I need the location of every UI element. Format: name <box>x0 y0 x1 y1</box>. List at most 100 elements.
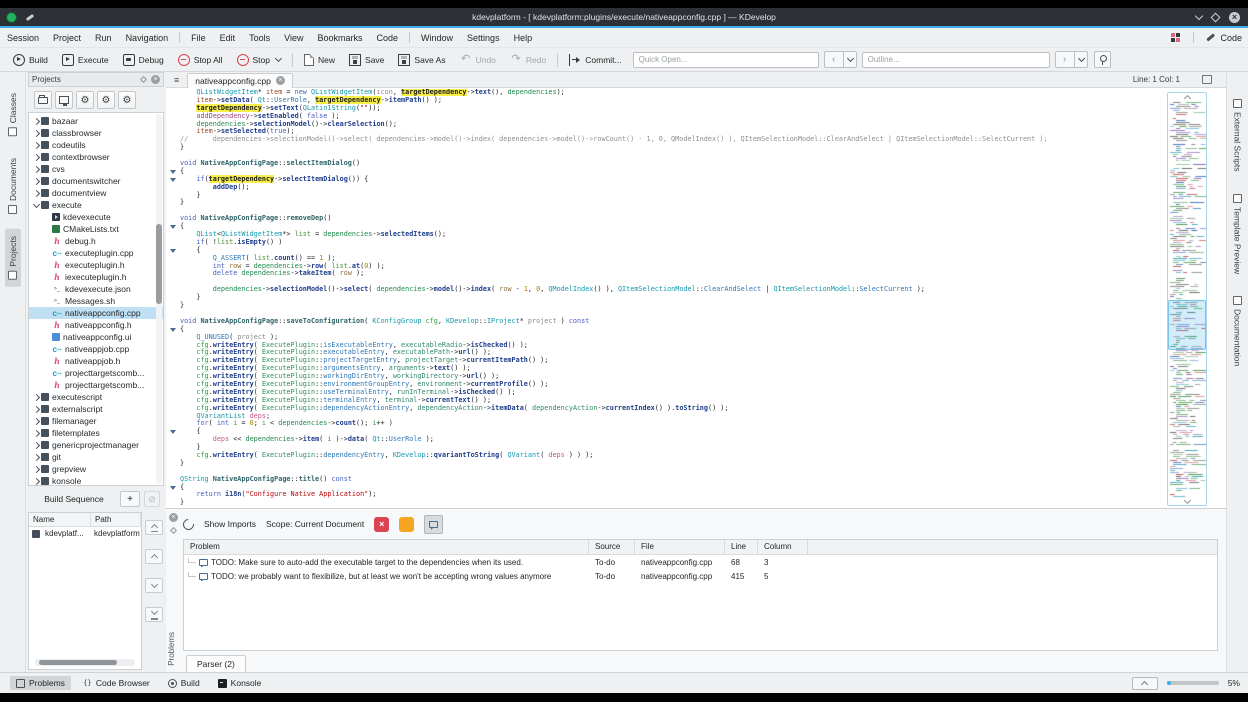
horizontal-scrollbar[interactable] <box>35 659 135 666</box>
minimap-viewport[interactable] <box>1168 300 1206 350</box>
code-line[interactable]: } <box>166 191 1162 200</box>
expander-icon[interactable] <box>32 443 41 448</box>
close-panel-icon[interactable]: × <box>169 513 178 522</box>
column-header-path[interactable]: Path <box>91 513 141 526</box>
code-line[interactable]: void NativeAppConfigPage::removeDep() <box>166 214 1162 223</box>
fold-marker-icon[interactable] <box>170 177 176 182</box>
statusbar-konsole[interactable]: Konsole <box>212 676 268 690</box>
tree-item-filetemplates[interactable]: filetemplates <box>29 427 163 439</box>
menu-help[interactable]: Help <box>507 31 540 45</box>
tree-item-documentview[interactable]: documentview <box>29 187 163 199</box>
code-line[interactable]: delete dependencies->takeItem( row ); <box>166 270 1162 278</box>
code-line[interactable]: addDep(); <box>166 183 1162 192</box>
menu-window[interactable]: Window <box>414 31 460 45</box>
save-button[interactable]: Save <box>342 50 391 70</box>
session-grid-icon[interactable] <box>1171 32 1181 43</box>
hint-filter-button[interactable] <box>424 514 444 534</box>
minimap-scrollbar[interactable] <box>1167 92 1207 506</box>
scroll-down-icon[interactable] <box>1168 498 1206 505</box>
code-line[interactable]: } <box>166 459 1162 468</box>
error-filter-button[interactable]: × <box>374 516 390 532</box>
document-list-icon[interactable]: ≡ <box>174 75 179 85</box>
tree-scrollbar[interactable] <box>156 114 162 484</box>
tree-item-executeplugin-cpp[interactable]: cexecuteplugin.cpp <box>29 247 163 259</box>
menu-view[interactable]: View <box>277 31 310 45</box>
shade-window-icon[interactable] <box>1194 11 1204 20</box>
expander-icon[interactable] <box>32 167 41 172</box>
tree-item-documentswitcher[interactable]: documentswitcher <box>29 175 163 187</box>
menu-project[interactable]: Project <box>46 31 88 45</box>
code-line[interactable]: QString NativeAppConfigPage::title() con… <box>166 475 1162 484</box>
dropdown-arrow-icon[interactable] <box>274 54 283 63</box>
dock-tab-template-preview[interactable]: Template Preview <box>1230 187 1246 281</box>
build-button[interactable]: ⚙ <box>76 91 94 109</box>
area-switcher-code-button[interactable]: Code <box>1206 33 1242 43</box>
menu-run[interactable]: Run <box>88 31 119 45</box>
float-panel-icon[interactable] <box>169 526 178 535</box>
dock-tab-projects[interactable]: Projects <box>4 229 21 287</box>
maximize-window-icon[interactable] <box>1210 12 1221 22</box>
scope-button[interactable]: Scope: Current Document <box>266 519 364 529</box>
fold-marker-icon[interactable] <box>170 225 176 230</box>
statusbar-build[interactable]: Build <box>162 676 206 690</box>
outline-input[interactable] <box>861 51 1050 68</box>
move-to-top-button[interactable] <box>145 520 163 535</box>
tree-item-git[interactable]: git <box>29 451 163 463</box>
scroll-up-icon[interactable] <box>1168 93 1206 100</box>
move-to-bottom-button[interactable] <box>145 607 163 622</box>
expander-icon[interactable] <box>32 179 41 184</box>
problem-row[interactable]: TODO: we probably want to flexibilize, b… <box>184 569 1217 583</box>
expander-icon[interactable] <box>32 131 41 136</box>
menu-edit[interactable]: Edit <box>213 31 243 45</box>
fold-gutter[interactable] <box>166 168 180 176</box>
tree-item-nativeappjob-h[interactable]: h nativeappjob.h <box>29 355 163 367</box>
tree-item-nativeappconfig-ui[interactable]: nativeappconfig.ui <box>29 331 163 343</box>
dock-tab-documents[interactable]: Documents <box>5 151 21 221</box>
expander-icon[interactable] <box>32 119 41 124</box>
configure-button[interactable]: ⚙ <box>118 91 136 109</box>
code-line[interactable]: deps << dependencies->item( i )->data( Q… <box>166 435 1162 444</box>
close-panel-icon[interactable]: × <box>151 75 160 84</box>
build-button[interactable]: Build <box>6 50 55 70</box>
tree-item-genericprojectmanager[interactable]: genericprojectmanager <box>29 439 163 451</box>
tree-item-projecttargetscomb[interactable]: h projecttargetscomb... <box>29 379 163 391</box>
expander-icon[interactable] <box>32 431 41 436</box>
fold-marker-icon[interactable] <box>170 430 176 435</box>
tree-item-kdevexecute[interactable]: kdevexecute <box>29 211 163 223</box>
code-line[interactable]: void NativeAppConfigPage::saveToConfigur… <box>166 317 1162 326</box>
code-line[interactable]: return i18n("Configure Native Applicatio… <box>166 490 1162 499</box>
execute-button[interactable]: Execute <box>55 50 116 70</box>
tree-item-executescript[interactable]: executescript <box>29 391 163 403</box>
code-line[interactable]: } <box>166 199 1162 207</box>
open-project-button[interactable] <box>34 91 52 109</box>
menu-settings[interactable]: Settings <box>460 31 507 45</box>
fold-marker-icon[interactable] <box>170 248 176 253</box>
expander-icon[interactable] <box>32 155 41 160</box>
code-line[interactable]: cfg.writeEntry( ExecutePlugin::dependenc… <box>166 451 1162 460</box>
expander-icon[interactable] <box>32 419 41 424</box>
expander-icon[interactable] <box>32 395 41 400</box>
expander-icon[interactable] <box>32 143 41 148</box>
code-line[interactable]: // dependencies->selectionModel()->selec… <box>166 135 1162 144</box>
code-line[interactable]: void NativeAppConfigPage::selectItemDial… <box>166 159 1162 168</box>
tree-item-projecttargetscomb[interactable]: cprojecttargetscomb... <box>29 367 163 379</box>
statusbar-problems[interactable]: Problems <box>10 676 71 690</box>
back-button[interactable]: ‹ <box>823 51 844 68</box>
editor-tab-nativeappconfig[interactable]: nativeappconfig.cpp × <box>187 72 293 88</box>
code-editor[interactable]: QListWidgetItem* item = new QListWidgetI… <box>166 88 1226 508</box>
dock-tab-classes[interactable]: Classes <box>5 86 21 143</box>
tree-item-codeutils[interactable]: codeutils <box>29 139 163 151</box>
document-switcher-icon[interactable] <box>1202 75 1212 84</box>
stop-all-button[interactable]: Stop All <box>171 50 230 70</box>
move-up-button[interactable] <box>145 549 163 564</box>
code-line[interactable]: dependencies->selectionModel()->select( … <box>166 285 1162 294</box>
fold-gutter[interactable] <box>166 247 180 255</box>
tree-item-filemanager[interactable]: filemanager <box>29 415 163 427</box>
expander-icon[interactable] <box>32 204 41 207</box>
tree-item-nativeappconfig-h[interactable]: h nativeappconfig.h <box>29 319 163 331</box>
reload-icon[interactable] <box>180 516 197 532</box>
debug-button[interactable]: Debug <box>116 50 171 70</box>
column-header-source[interactable]: Source <box>589 540 635 554</box>
column-header-column[interactable]: Column <box>758 540 808 554</box>
tree-item-externalscript[interactable]: externalscript <box>29 403 163 415</box>
